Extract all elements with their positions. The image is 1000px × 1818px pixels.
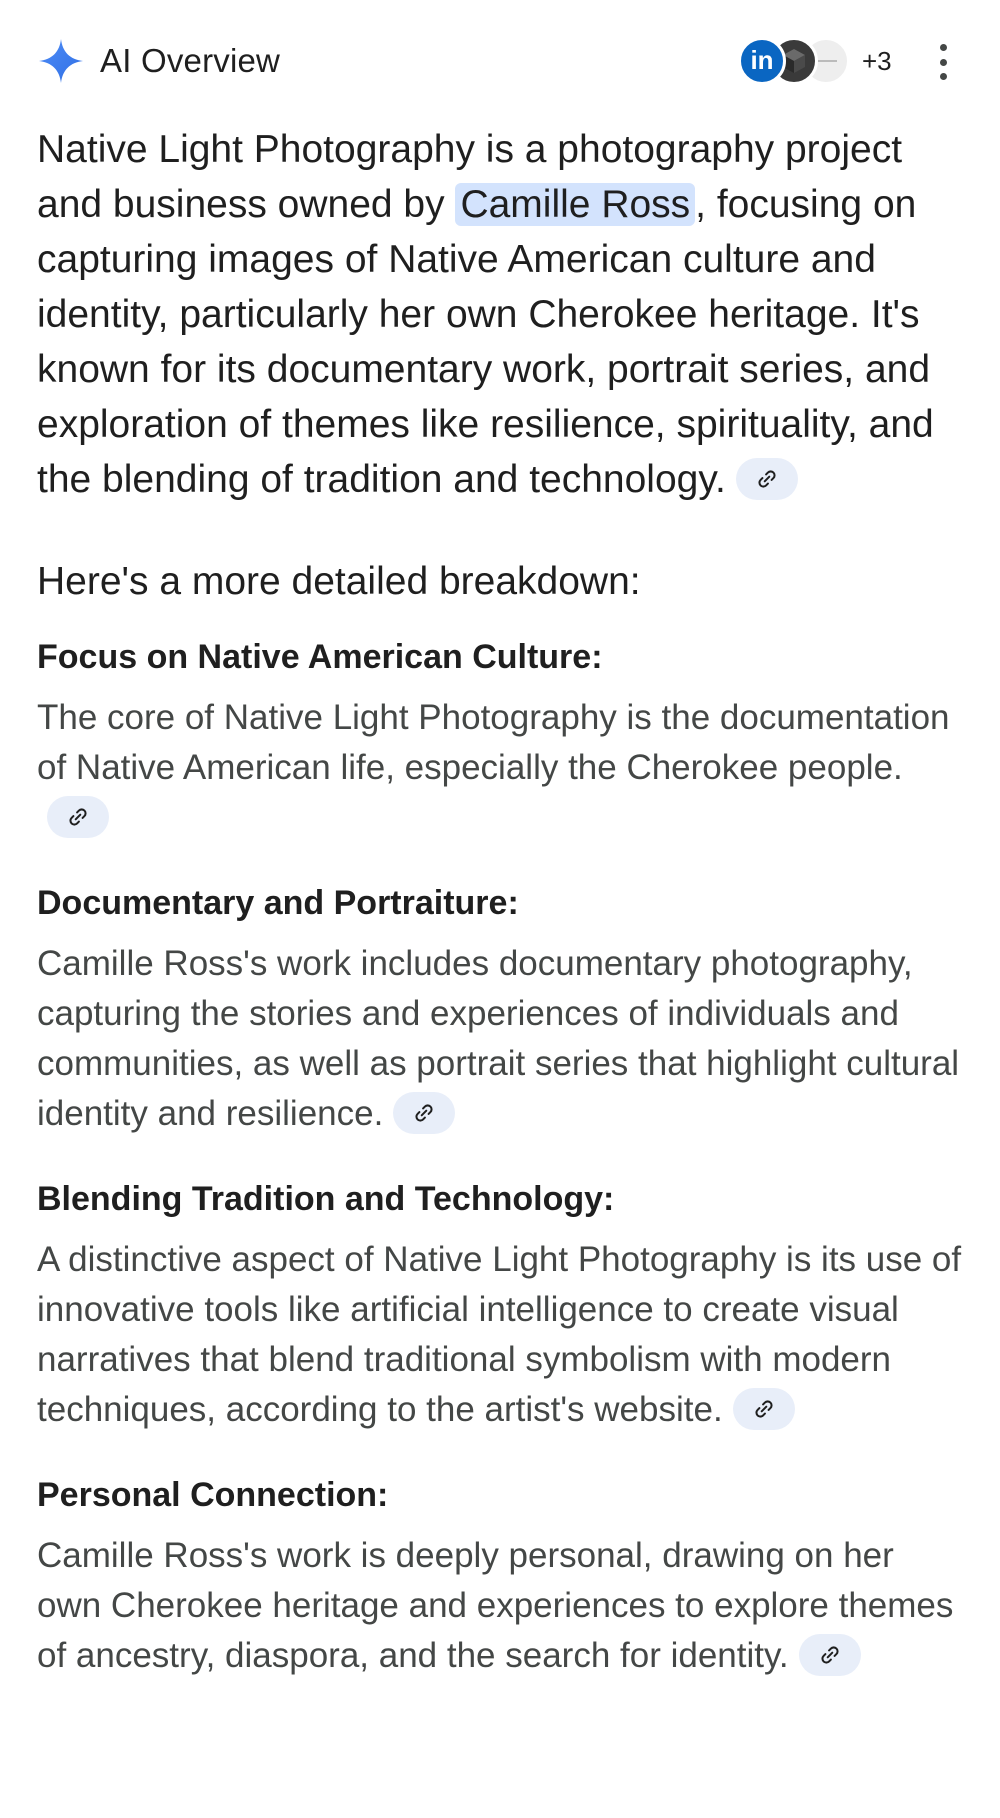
source-link-chip[interactable] [735, 457, 798, 500]
section-title: Blending Tradition and Technology: [37, 1180, 615, 1218]
intro-paragraph: Native Light Photography is a photograph… [37, 122, 967, 507]
source-link-chip[interactable] [798, 1633, 861, 1676]
more-options-button[interactable] [930, 44, 956, 80]
ai-overview-title: AI Overview [100, 42, 281, 79]
breakdown-heading: Here's a more detailed breakdown: [37, 560, 641, 603]
section-body: Camille Ross's work includes documentary… [37, 939, 967, 1139]
section-body-text: The core of Native Light Photography is … [37, 698, 950, 787]
source-link-chip[interactable] [393, 1091, 456, 1134]
more-sources-count[interactable]: +3 [862, 46, 892, 77]
section-title: Personal Connection: [37, 1476, 389, 1514]
source-link-chip[interactable] [47, 795, 109, 838]
section-title: Documentary and Portraiture: [37, 884, 519, 922]
section-documentary-portraiture: Documentary and Portraiture: Camille Ros… [37, 881, 967, 1139]
link-icon [755, 1400, 773, 1418]
ai-overview-header: AI Overview in +3 [0, 0, 1000, 120]
header-title-group: AI Overview [38, 38, 280, 84]
section-personal-connection: Personal Connection: Camille Ross's work… [37, 1473, 967, 1681]
link-icon [821, 1646, 839, 1664]
overview-content: Native Light Photography is a photograph… [37, 122, 967, 1681]
linkedin-glyph: in [750, 45, 774, 75]
section-body: A distinctive aspect of Native Light Pho… [37, 1235, 967, 1435]
link-icon [69, 808, 87, 826]
section-body: Camille Ross's work is deeply personal, … [37, 1531, 967, 1681]
section-focus-culture: Focus on Native American Culture: The co… [37, 635, 967, 843]
section-body-text: Camille Ross's work includes documentary… [37, 944, 960, 1133]
link-icon [758, 470, 776, 488]
section-tradition-technology: Blending Tradition and Technology: A dis… [37, 1177, 967, 1435]
section-body: The core of Native Light Photography is … [37, 693, 967, 843]
source-avatars[interactable]: in +3 [738, 36, 892, 86]
section-title: Focus on Native American Culture: [37, 638, 603, 676]
menu-dot [939, 44, 947, 51]
gemini-sparkle-icon [39, 39, 83, 83]
menu-dot [939, 73, 947, 80]
linkedin-icon[interactable]: in [738, 37, 786, 85]
intro-text-end: , focusing on capturing images of Native… [37, 183, 934, 501]
link-icon [415, 1104, 433, 1122]
source-link-chip[interactable] [732, 1387, 795, 1430]
section-body-text: A distinctive aspect of Native Light Pho… [37, 1240, 962, 1429]
menu-dot [939, 58, 947, 66]
highlighted-entity[interactable]: Camille Ross [455, 183, 696, 226]
